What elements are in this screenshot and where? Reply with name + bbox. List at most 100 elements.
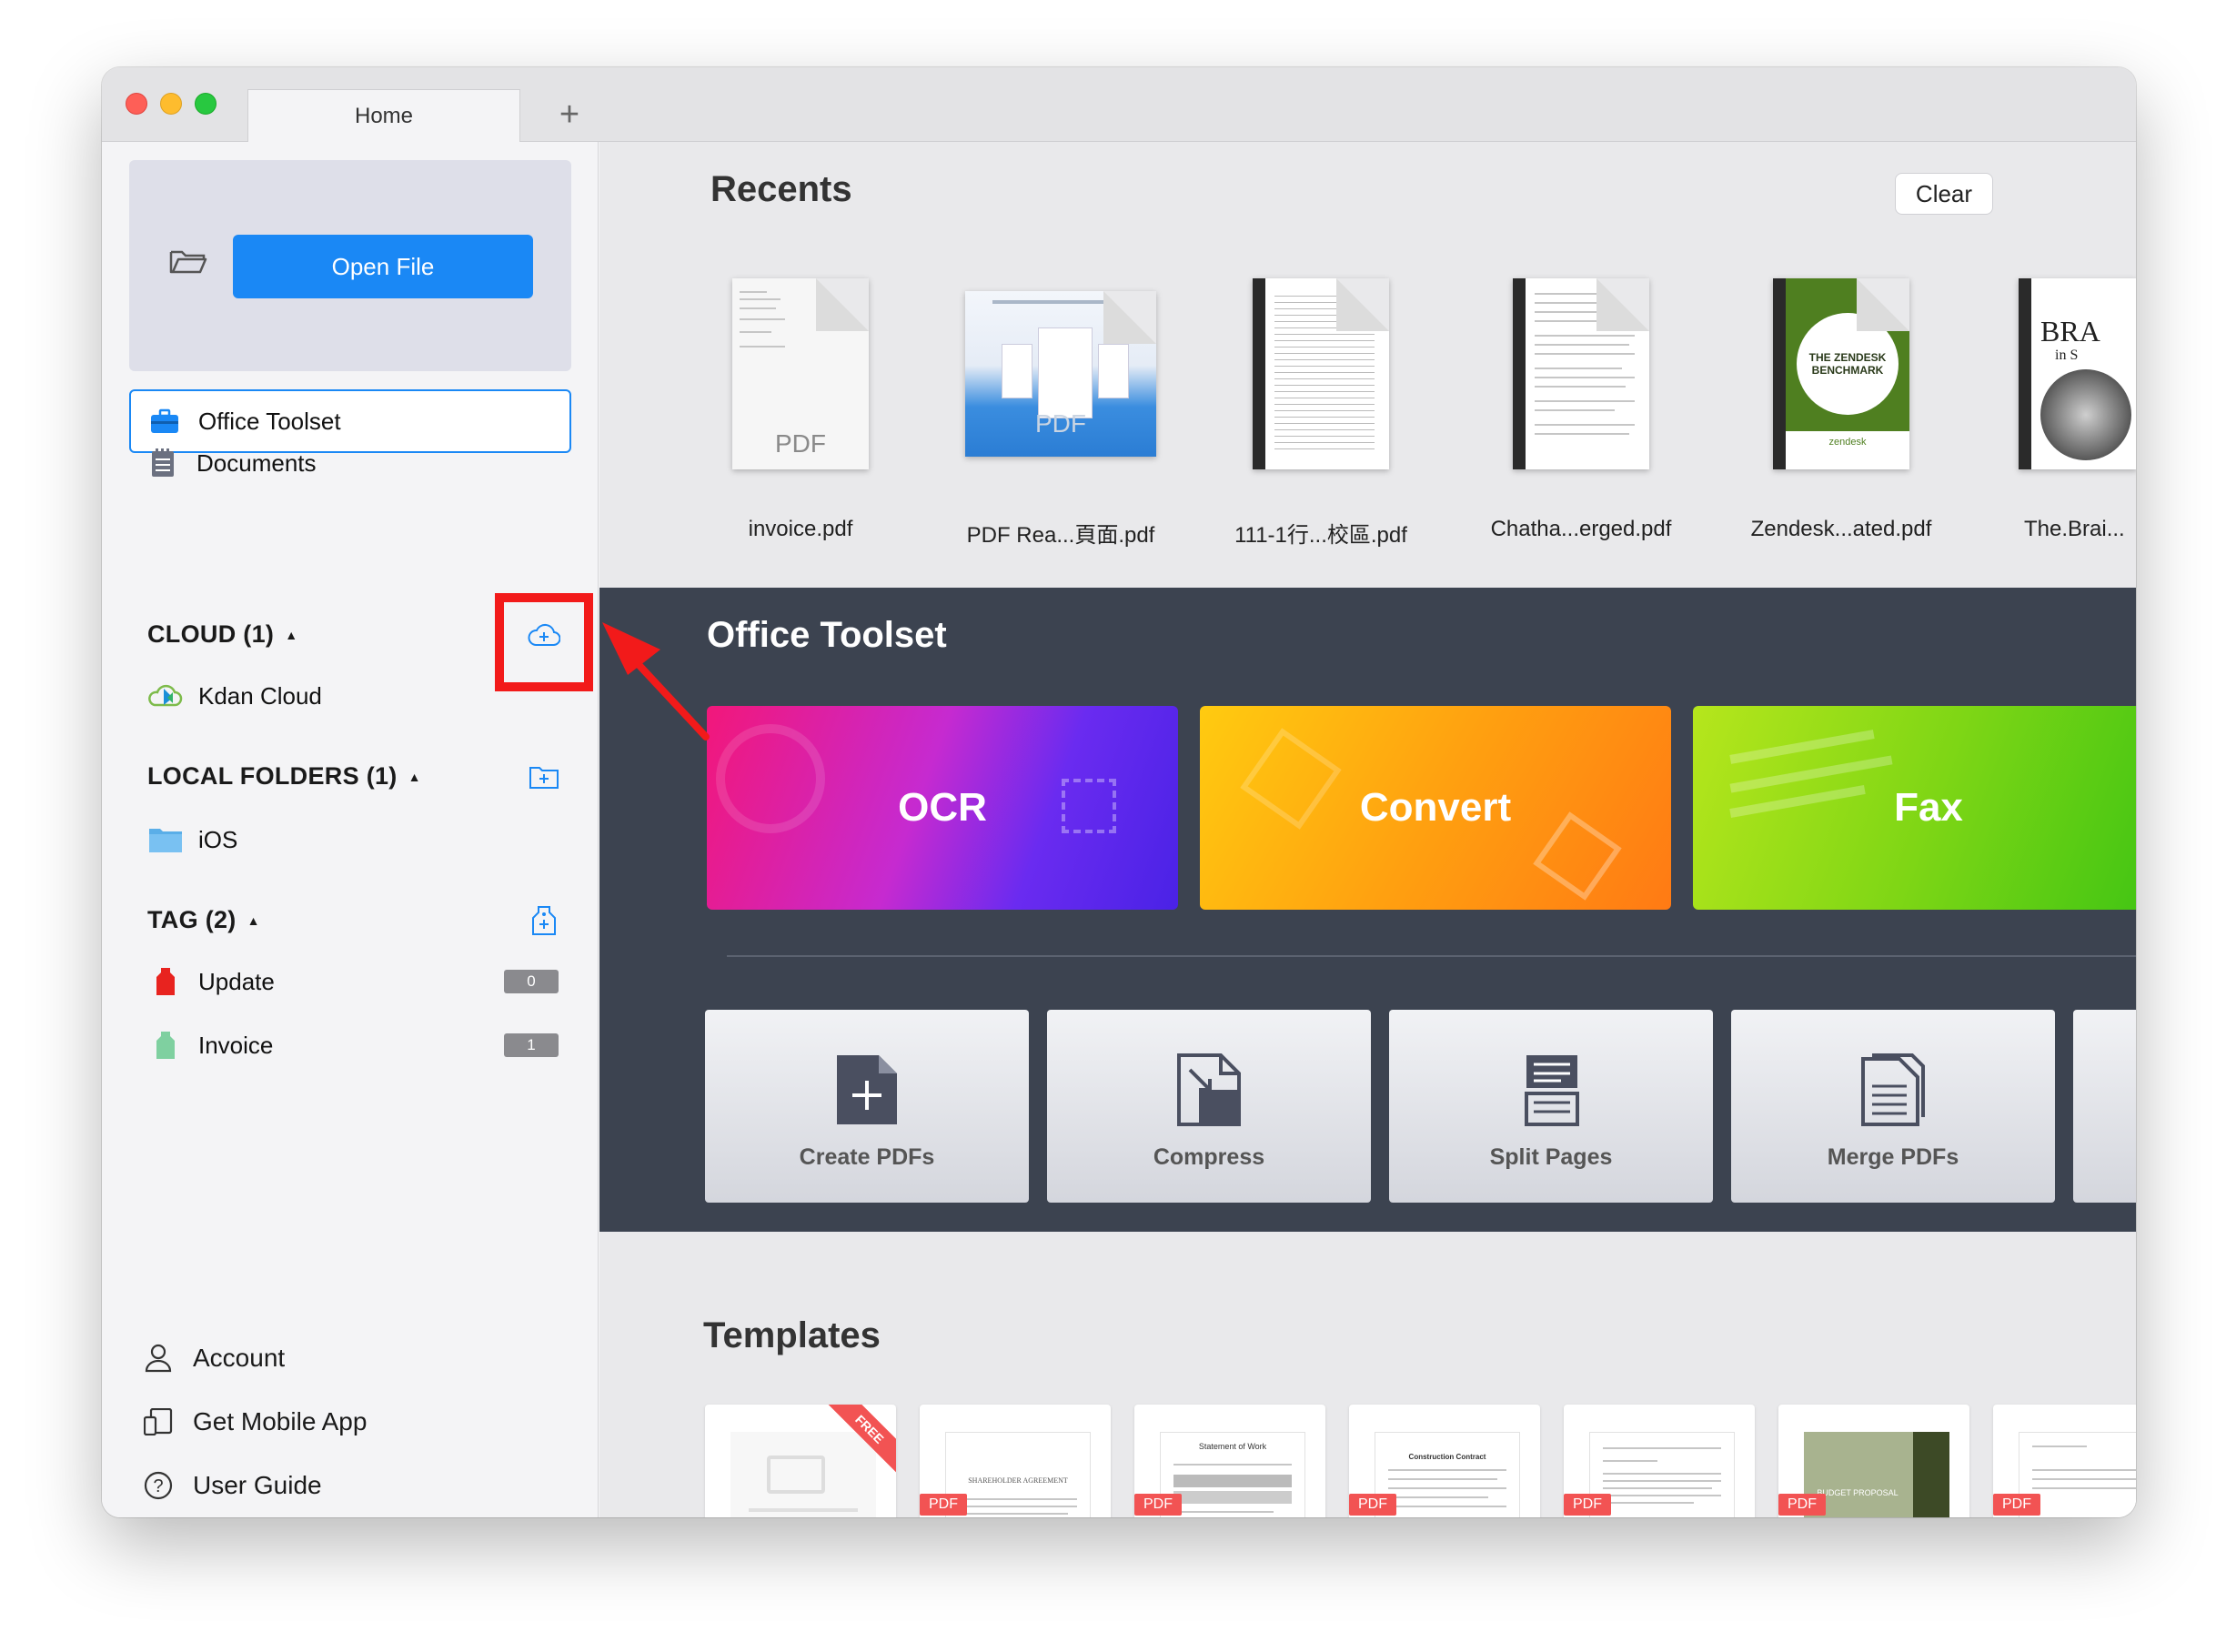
add-folder-icon[interactable] [526, 759, 562, 795]
local-folders-header-label: LOCAL FOLDERS (1) [147, 762, 398, 790]
annotation-arrow-icon [602, 622, 710, 740]
open-file-panel: Open File [129, 160, 571, 371]
template-page: BUDGET PROPOSAL [1804, 1432, 1949, 1517]
help-circle-icon: ? [142, 1469, 175, 1502]
documents-icon [147, 448, 178, 477]
pdf-badge: PDF [1134, 1494, 1182, 1516]
person-icon [142, 1342, 175, 1375]
template-page [1589, 1432, 1735, 1517]
template-card-shareholder[interactable]: SHAREHOLDER AGREEMENT PDF [920, 1405, 1111, 1517]
add-cloud-highlight-box [495, 593, 593, 691]
title-bar: Home + [102, 67, 2136, 142]
template-card-letter[interactable]: PDF [1564, 1405, 1755, 1517]
minimize-window-button[interactable] [160, 93, 182, 115]
clear-recents-button[interactable]: Clear [1895, 173, 1993, 215]
pdf-badge: PDF [1778, 1494, 1826, 1516]
folder-icon [147, 823, 184, 856]
add-tag-icon[interactable] [526, 902, 562, 939]
pdf-badge: PDF [1349, 1494, 1396, 1516]
tag-invoice-count-badge: 1 [504, 1033, 559, 1057]
ocr-label: OCR [898, 785, 987, 830]
compress-card[interactable]: Compress [1047, 1010, 1371, 1203]
zendesk-brand-label: zendesk [1828, 437, 1867, 448]
get-mobile-app-label: Get Mobile App [193, 1407, 368, 1435]
convert-card[interactable]: Convert [1200, 706, 1671, 910]
template-doc-title: Statement of Work [1198, 1442, 1267, 1451]
recents-title: Recents [710, 169, 852, 209]
pdf-placeholder-label: PDF [775, 429, 826, 458]
template-card-partial[interactable]: PDF [1993, 1405, 2136, 1517]
app-window: Home + Open File Office Toolset Document… [102, 67, 2136, 1517]
page-fold [1103, 291, 1156, 344]
template-doc-title: Construction Contract [1408, 1453, 1486, 1461]
sidebar-item-label: Documents [196, 448, 317, 477]
split-pages-icon [1525, 1055, 1579, 1126]
template-card-statement-of-work[interactable]: Statement of Work PDF [1134, 1405, 1325, 1517]
local-folders-section-header[interactable]: LOCAL FOLDERS (1) ▲ [147, 762, 421, 791]
sidebar-item-ios-folder[interactable]: iOS [147, 817, 237, 862]
fax-card[interactable]: Fax [1693, 706, 2136, 910]
tab-home[interactable]: Home [247, 89, 520, 142]
recent-file-name: 111-1行...校區.pdf [1234, 523, 1407, 548]
brain-thumbnail: BRA in S [2019, 278, 2136, 469]
tag-red-icon [147, 965, 184, 998]
cloud-section-header[interactable]: CLOUD (1) ▲ [147, 620, 297, 649]
more-tools-card[interactable] [2073, 1010, 2136, 1203]
recent-file-zendesk[interactable]: THE ZENDESK BENCHMARK zendesk Zendesk...… [1727, 278, 1955, 569]
recent-file-name: The.Brai... [2024, 517, 2125, 541]
toolset-divider [727, 955, 2136, 957]
fax-label: Fax [1894, 785, 1963, 830]
merge-pdfs-label: Merge PDFs [1827, 1144, 1959, 1170]
tag-green-icon [147, 1029, 184, 1062]
page-fold [1336, 278, 1389, 331]
chatha-thumbnail [1513, 278, 1649, 469]
get-mobile-app-link[interactable]: Get Mobile App [142, 1399, 367, 1445]
schedule-thumbnail [1253, 278, 1389, 469]
ocr-card[interactable]: OCR [707, 706, 1178, 910]
recent-file-name: Zendesk...ated.pdf [1750, 517, 1932, 541]
sidebar-item-kdan-cloud[interactable]: Kdan Cloud [147, 673, 322, 719]
cloud-header-label: CLOUD (1) [147, 620, 275, 648]
new-tab-button[interactable]: + [548, 93, 591, 136]
recent-file-name: PDF Rea...頁面.pdf [966, 523, 1155, 548]
compress-icon [1177, 1053, 1241, 1126]
blank-template-page [730, 1432, 876, 1517]
template-card-budget-proposal[interactable]: BUDGET PROPOSAL PDF [1778, 1405, 1969, 1517]
recent-file-pdf-reader[interactable]: PDF PDF Rea...頁面.pdf [947, 278, 1174, 569]
open-file-button[interactable]: Open File [233, 235, 533, 298]
recent-file-invoice[interactable]: PDF invoice.pdf [687, 278, 914, 569]
recent-file-111[interactable]: 111-1行...校區.pdf [1207, 278, 1435, 569]
recent-file-brain[interactable]: BRA in S The.Brai... [1988, 278, 2136, 569]
main-content: Recents Clear PDF invoice.pdf PDF PDF Re… [599, 142, 2136, 1517]
template-page: Construction Contract [1375, 1432, 1520, 1517]
convert-label: Convert [1359, 785, 1512, 830]
invoice-thumbnail: PDF [732, 278, 869, 469]
tag-section-header[interactable]: TAG (2) ▲ [147, 906, 260, 934]
template-page: SHAREHOLDER AGREEMENT [945, 1432, 1091, 1517]
kdan-cloud-icon [147, 680, 184, 712]
template-card-blank[interactable]: FREE [705, 1405, 896, 1517]
split-pages-card[interactable]: Split Pages [1389, 1010, 1713, 1203]
merge-pdfs-card[interactable]: Merge PDFs [1731, 1010, 2055, 1203]
page-fold [1596, 278, 1649, 331]
user-guide-link[interactable]: ? User Guide [142, 1463, 322, 1508]
tag-header-label: TAG (2) [147, 906, 237, 933]
compress-label: Compress [1153, 1144, 1265, 1170]
svg-text:?: ? [153, 1476, 163, 1496]
sidebar-item-tag-invoice[interactable]: Invoice [147, 1022, 273, 1068]
recent-file-chatha[interactable]: Chatha...erged.pdf [1467, 278, 1695, 569]
sidebar: Open File Office Toolset Documents CLOUD… [102, 142, 599, 1517]
account-link[interactable]: Account [142, 1335, 285, 1381]
sidebar-item-documents[interactable]: Documents [129, 431, 571, 495]
tab-home-label: Home [354, 103, 414, 128]
page-fold [816, 278, 869, 331]
sidebar-item-tag-update[interactable]: Update [147, 959, 275, 1004]
templates-title: Templates [703, 1315, 881, 1355]
folder-open-icon[interactable] [169, 247, 207, 276]
create-pdfs-label: Create PDFs [799, 1144, 935, 1170]
create-pdfs-card[interactable]: Create PDFs [705, 1010, 1029, 1203]
zoom-window-button[interactable] [195, 93, 217, 115]
close-window-button[interactable] [126, 93, 147, 115]
template-card-construction-contract[interactable]: Construction Contract PDF [1349, 1405, 1540, 1517]
template-doc-title: SHAREHOLDER AGREEMENT [968, 1476, 1068, 1485]
